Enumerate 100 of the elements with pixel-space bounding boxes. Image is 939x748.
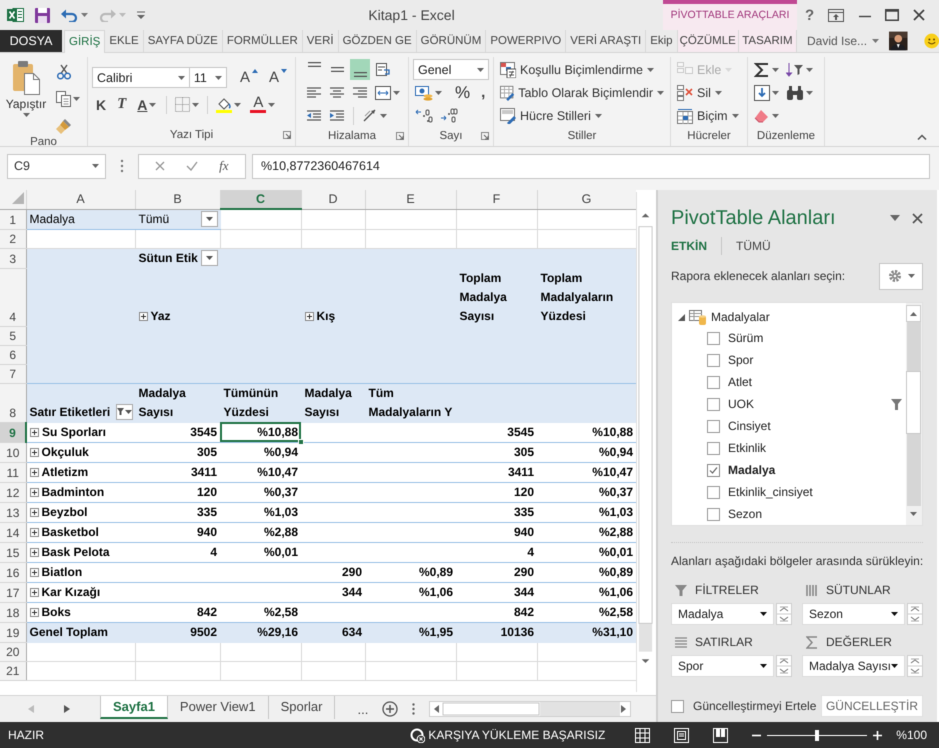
spin-button[interactable] [907,655,923,677]
checkbox[interactable] [707,464,720,476]
formula-field[interactable]: %10,8772360467614 [252,154,930,178]
field-dropdown[interactable]: Madalya [671,603,774,625]
row-header[interactable]: 4 [0,268,26,326]
row-header[interactable]: 10 [0,442,26,462]
italic-button[interactable]: T [113,94,130,115]
undo-button[interactable] [61,8,88,22]
dialog-launcher-icon[interactable] [481,132,489,140]
close-icon[interactable] [912,9,925,21]
row-header[interactable]: 6 [0,345,26,364]
column-header[interactable]: E [365,190,456,209]
align-left-icon[interactable] [306,84,322,100]
expand-icon[interactable] [30,508,38,516]
field-name[interactable]: Atlet [728,375,752,389]
ribbon-tab[interactable]: EKLE [105,30,144,52]
row-header[interactable]: 12 [0,482,26,502]
column-header[interactable]: B [135,190,220,209]
expand-icon[interactable] [30,528,38,536]
checkbox[interactable] [671,700,684,712]
page-break-icon[interactable] [713,728,728,742]
spin-button[interactable] [776,655,792,677]
column-header[interactable]: A [26,190,135,209]
table-name[interactable]: Madalyalar [711,310,770,324]
field-dropdown[interactable]: Madalya Sayısı [802,655,905,677]
expand-icon[interactable] [30,448,38,456]
field-name[interactable]: Sezon [728,507,762,521]
field-name[interactable]: Madalya [728,463,776,477]
checkbox[interactable] [707,486,720,498]
sheet-tab[interactable]: Sporlar [268,696,336,719]
decrease-indent-icon[interactable] [306,108,322,124]
expand-icon[interactable] [30,488,38,496]
ribbon-tab[interactable]: DOSYA [0,30,62,52]
decrease-decimal-icon[interactable] [440,108,458,124]
grow-font-button[interactable]: A [236,67,262,88]
row-header[interactable]: 1 [0,209,26,229]
bold-button[interactable]: K [92,94,110,115]
conditional-formatting-button[interactable]: Koşullu Biçimlendirme [498,58,666,81]
expand-icon[interactable] [30,588,38,596]
spin-button[interactable] [907,603,923,625]
dropdown-button[interactable] [200,210,218,226]
comma-style-button[interactable]: , [477,82,490,103]
row-header[interactable]: 21 [0,661,26,680]
row-header[interactable]: 8 [0,383,26,422]
row-header[interactable]: 13 [0,502,26,522]
ribbon-tab[interactable]: GÖZDEN GE [338,30,417,52]
save-icon[interactable] [35,8,50,22]
maximize-icon[interactable] [884,9,899,21]
fill-handle[interactable] [298,438,304,444]
field-dropdown[interactable]: Spor [671,655,774,677]
zoom-in-icon[interactable] [873,730,882,740]
close-icon[interactable] [912,212,923,224]
ribbon-tab[interactable]: ÇÖZÜMLE [678,30,739,52]
field-name[interactable]: Sürüm [728,331,764,345]
row-header[interactable]: 7 [0,364,26,383]
underline-button[interactable]: A [133,94,160,115]
dropdown-button[interactable] [200,250,218,266]
cell-styles-button[interactable]: Hücre Stilleri [498,104,666,127]
zoom-level[interactable]: %100 [896,728,927,742]
ribbon-tab[interactable]: SAYFA DÜZE [144,30,223,52]
checkbox[interactable] [707,420,720,432]
field-name[interactable]: Etkinlik_cinsiyet [728,485,813,499]
filter-button[interactable] [116,404,132,420]
pane-options-icon[interactable] [890,215,900,221]
pane-tab[interactable]: ETKİN [671,239,707,253]
field-name[interactable]: Etkinlik [728,441,766,455]
smiley-icon[interactable] [924,31,939,51]
expand-icon[interactable] [30,568,38,576]
copy-button[interactable] [54,88,82,109]
format-button[interactable]: Biçim [675,104,743,127]
expand-icon[interactable] [30,548,38,556]
fill-button[interactable] [752,82,781,103]
pane-tab[interactable]: TÜMÜ [736,239,771,253]
row-header[interactable]: 18 [0,602,26,622]
align-center-icon[interactable] [329,84,345,100]
collapse-icon[interactable] [678,314,685,320]
add-sheet-icon[interactable] [382,701,398,717]
checkbox[interactable] [707,508,720,520]
excel-logo-icon[interactable] [7,7,24,23]
paste-button[interactable]: Yapıştır [4,58,48,136]
expand-icon[interactable] [304,312,314,320]
customize-toolbar-icon[interactable] [137,11,145,19]
field-name[interactable]: UOK [728,397,754,411]
checkbox[interactable] [707,398,720,410]
row-header[interactable]: 20 [0,642,26,661]
tools-button[interactable] [879,262,923,290]
row-header[interactable]: 2 [0,229,26,248]
checkbox[interactable] [707,442,720,454]
expand-icon[interactable] [138,312,148,320]
more-sheets-button[interactable]: ... [357,702,368,716]
spin-button[interactable] [776,603,792,625]
row-header[interactable]: 9 [0,422,26,442]
cancel-icon[interactable] [155,161,166,171]
bottom-align-button[interactable] [350,59,370,80]
ribbon-display-icon[interactable] [828,8,844,22]
font-size-select[interactable]: 11 [188,67,227,88]
name-box[interactable]: C9 [7,154,106,178]
cut-icon[interactable] [56,64,72,80]
field-list-scrollbar[interactable] [906,303,922,525]
ribbon-tab[interactable]: POWERPIVO [486,30,566,52]
